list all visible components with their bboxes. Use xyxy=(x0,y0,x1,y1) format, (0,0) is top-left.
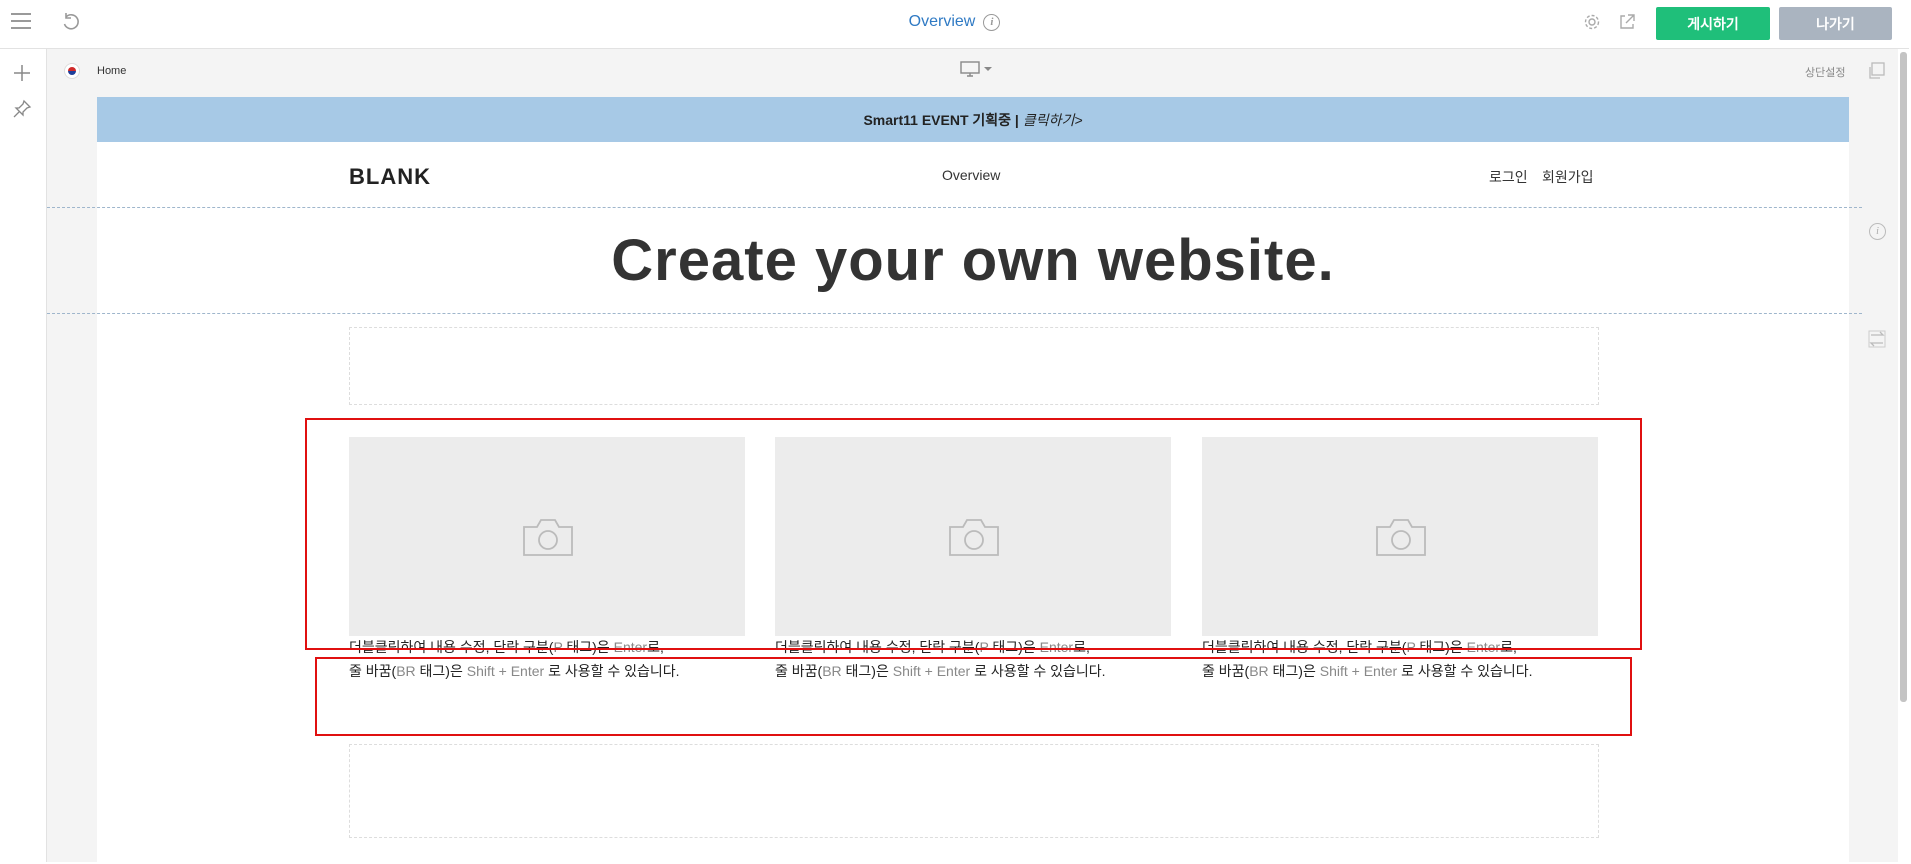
canvas-header: Home 상단설정 xyxy=(47,49,1909,97)
chevron-down-icon xyxy=(984,66,992,72)
pin-icon[interactable] xyxy=(12,99,32,119)
publish-button[interactable]: 게시하기 xyxy=(1656,7,1770,40)
hero-title[interactable]: Create your own website. xyxy=(97,227,1849,294)
nav-item-signup[interactable]: 회원가입 xyxy=(1542,167,1594,187)
info-icon[interactable]: i xyxy=(983,14,1000,31)
site-logo[interactable]: BLANK xyxy=(349,164,431,190)
device-selector[interactable] xyxy=(960,61,992,77)
section-info-icon[interactable]: i xyxy=(1869,223,1886,240)
desktop-icon xyxy=(960,61,980,77)
external-link-icon[interactable] xyxy=(1617,12,1637,32)
exit-button[interactable]: 나가기 xyxy=(1779,7,1892,40)
move-section-icon[interactable] xyxy=(1867,329,1887,349)
empty-block-bottom[interactable] xyxy=(349,744,1599,838)
image-caption[interactable]: 더블클릭하여 내용 수정, 단락 구분(P 태그)은 Enter로, 줄 바꿈(… xyxy=(1202,635,1602,683)
image-placeholder[interactable] xyxy=(1202,437,1598,636)
image-gallery xyxy=(349,437,1599,637)
image-placeholder[interactable] xyxy=(775,437,1171,636)
page-title[interactable]: Overview xyxy=(909,13,976,31)
banner-text: Smart11 EVENT 기획중 | xyxy=(863,110,1018,130)
editor-canvas: Home 상단설정 Smart11 EVENT 기획중 | 클릭하기> BLAN… xyxy=(47,49,1909,862)
camera-icon xyxy=(1375,517,1427,557)
top-settings-link[interactable]: 상단설정 xyxy=(1805,64,1845,80)
copy-icon[interactable] xyxy=(1867,62,1885,80)
nav-item-login[interactable]: 로그인 xyxy=(1489,167,1528,187)
camera-icon xyxy=(948,517,1000,557)
scrollbar-thumb[interactable] xyxy=(1900,52,1907,702)
image-placeholder[interactable] xyxy=(349,437,745,636)
camera-icon xyxy=(522,517,574,557)
empty-block-top[interactable] xyxy=(349,327,1599,405)
korea-flag-icon[interactable] xyxy=(64,63,80,79)
nav-item-overview[interactable]: Overview xyxy=(942,167,1000,183)
section-guide-line xyxy=(47,207,1862,208)
event-banner[interactable]: Smart11 EVENT 기획중 | 클릭하기> xyxy=(97,97,1849,142)
left-toolbar xyxy=(0,49,47,862)
site-page: Smart11 EVENT 기획중 | 클릭하기> BLANK Overview… xyxy=(97,97,1849,862)
image-caption[interactable]: 더블클릭하여 내용 수정, 단락 구분(P 태그)은 Enter로, 줄 바꿈(… xyxy=(349,635,749,683)
image-caption[interactable]: 더블클릭하여 내용 수정, 단락 구분(P 태그)은 Enter로, 줄 바꿈(… xyxy=(775,635,1175,683)
plus-icon[interactable] xyxy=(12,63,32,83)
section-guide-line xyxy=(47,313,1862,314)
banner-link[interactable]: 클릭하기> xyxy=(1023,110,1083,130)
top-toolbar: Overview i 게시하기 나가기 xyxy=(0,0,1909,49)
home-breadcrumb[interactable]: Home xyxy=(97,65,126,77)
gear-icon[interactable] xyxy=(1582,12,1602,32)
